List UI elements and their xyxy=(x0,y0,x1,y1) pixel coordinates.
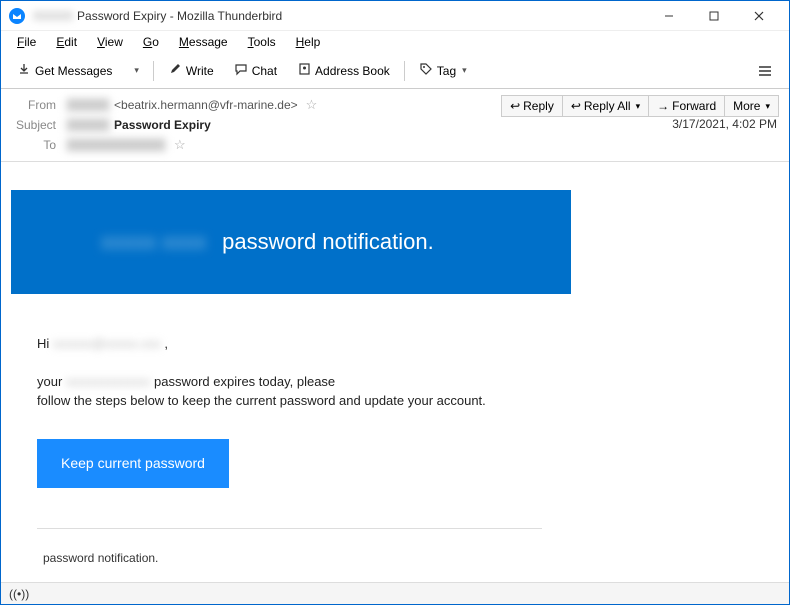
from-label: From xyxy=(11,98,56,112)
tag-button[interactable]: Tag ▾ xyxy=(411,58,475,83)
pencil-icon xyxy=(168,62,182,79)
menu-message[interactable]: Message xyxy=(171,33,236,51)
to-label: To xyxy=(11,138,56,152)
greeting-redacted: xxxxxx@xxxxx.xxx xyxy=(53,334,161,354)
email-banner: xxxxx xxxx password notification. xyxy=(11,190,571,294)
menu-help[interactable]: Help xyxy=(288,33,329,51)
message-header: From XXXXX <beatrix.hermann@vfr-marine.d… xyxy=(1,89,789,162)
divider xyxy=(37,528,542,529)
reply-icon: ↩ xyxy=(510,99,520,113)
banner-text: password notification. xyxy=(222,229,434,255)
address-book-icon xyxy=(297,62,311,79)
from-name-redacted: XXXXX xyxy=(66,98,110,112)
reply-all-icon: ↩ xyxy=(571,99,581,113)
keep-password-button[interactable]: Keep current password xyxy=(37,439,229,488)
star-icon[interactable]: ☆ xyxy=(306,97,318,113)
subject-label: Subject xyxy=(11,118,56,132)
greeting-prefix: Hi xyxy=(37,336,53,351)
message-body: xxxxx xxxx password notification. Hi xxx… xyxy=(1,162,789,577)
menu-view[interactable]: View xyxy=(89,33,131,51)
line2-suffix: password expires today, please xyxy=(150,374,335,389)
reply-all-label: Reply All xyxy=(584,99,631,113)
menu-edit[interactable]: Edit xyxy=(48,33,85,51)
close-button[interactable] xyxy=(736,1,781,31)
download-icon xyxy=(17,62,31,79)
connection-icon: ((•)) xyxy=(9,587,29,601)
greeting-line: Hi xxxxxx@xxxxx.xxx , xyxy=(37,334,759,354)
address-book-label: Address Book xyxy=(315,64,390,78)
menu-go[interactable]: Go xyxy=(135,33,167,51)
subject-text: Password Expiry xyxy=(114,118,211,132)
toolbar: Get Messages ▾ Write Chat Address Book T… xyxy=(1,53,789,89)
tag-label: Tag xyxy=(437,64,456,78)
reply-button[interactable]: ↩ Reply xyxy=(501,95,563,117)
titlebar: XXXXX Password Expiry - Mozilla Thunderb… xyxy=(1,1,789,31)
reply-label: Reply xyxy=(523,99,554,113)
title-redacted: XXXXX xyxy=(33,9,73,23)
forward-label: Forward xyxy=(672,99,716,113)
write-button[interactable]: Write xyxy=(160,58,222,83)
statusbar: ((•)) xyxy=(1,582,789,604)
maximize-button[interactable] xyxy=(691,1,736,31)
to-redacted: XXXXXXXXXXXX xyxy=(66,138,166,152)
header-actions: ↩ Reply ↩ Reply All ▾ → Forward More ▾ xyxy=(501,95,779,117)
get-messages-dropdown[interactable]: ▾ xyxy=(124,61,147,80)
body-line-2: your xxxxxxxxxxxxx password expires toda… xyxy=(37,372,759,411)
forward-icon: → xyxy=(657,99,669,113)
hamburger-icon xyxy=(757,64,773,78)
menu-file[interactable]: File xyxy=(9,33,44,51)
chat-label: Chat xyxy=(252,64,277,78)
footer-text: password notification. xyxy=(37,549,759,567)
subject-redacted: XXXXX xyxy=(66,118,110,132)
banner-redacted: xxxxx xxxx xyxy=(101,229,206,255)
thunderbird-icon xyxy=(9,8,25,24)
window-title: Password Expiry - Mozilla Thunderbird xyxy=(77,9,282,23)
line2-redacted: xxxxxxxxxxxxx xyxy=(66,372,151,392)
from-email[interactable]: <beatrix.hermann@vfr-marine.de> xyxy=(114,98,298,112)
line2-prefix: your xyxy=(37,374,66,389)
more-button[interactable]: More ▾ xyxy=(725,95,779,117)
body-line-3: follow the steps below to keep the curre… xyxy=(37,393,486,408)
get-messages-label: Get Messages xyxy=(35,64,112,78)
get-messages-button[interactable]: Get Messages xyxy=(9,58,120,83)
menubar: File Edit View Go Message Tools Help xyxy=(1,31,789,53)
app-menu-button[interactable] xyxy=(749,60,781,82)
separator xyxy=(153,61,154,81)
greeting-suffix: , xyxy=(164,336,168,351)
chat-button[interactable]: Chat xyxy=(226,58,285,83)
star-icon[interactable]: ☆ xyxy=(174,137,186,153)
more-label: More xyxy=(733,99,760,113)
chat-icon xyxy=(234,62,248,79)
minimize-button[interactable] xyxy=(646,1,691,31)
window-controls xyxy=(646,1,781,31)
menu-tools[interactable]: Tools xyxy=(240,33,284,51)
write-label: Write xyxy=(186,64,214,78)
separator xyxy=(404,61,405,81)
forward-button[interactable]: → Forward xyxy=(649,95,725,117)
message-datetime: 3/17/2021, 4:02 PM xyxy=(672,117,777,131)
address-book-button[interactable]: Address Book xyxy=(289,58,398,83)
reply-all-button[interactable]: ↩ Reply All ▾ xyxy=(563,95,649,117)
tag-icon xyxy=(419,62,433,79)
